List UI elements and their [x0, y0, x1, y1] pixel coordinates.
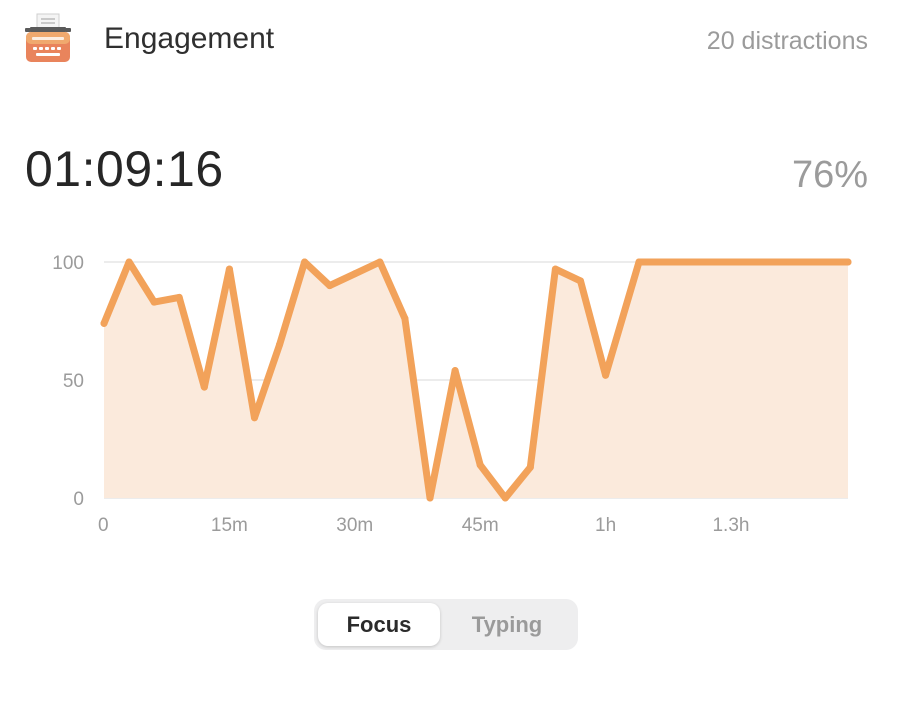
focus-tab[interactable]: Focus	[318, 603, 440, 646]
data-point	[501, 494, 509, 502]
data-point	[100, 319, 108, 327]
engagement-score: 76%	[791, 154, 868, 196]
data-point	[685, 258, 693, 266]
page-title: Engagement	[104, 22, 275, 55]
y-tick-label: 50	[63, 371, 84, 392]
data-point	[710, 258, 718, 266]
data-point	[301, 258, 309, 266]
x-tick-label: 0	[98, 515, 109, 536]
engagement-chart: 0 50 100 0 15m 30m 45m 1h 1.3h	[52, 253, 852, 536]
x-tick-label: 1h	[595, 515, 616, 536]
data-point	[376, 258, 384, 266]
data-point	[844, 258, 852, 266]
data-point	[526, 463, 534, 471]
data-point	[426, 494, 434, 502]
data-point	[451, 367, 459, 375]
data-point	[351, 270, 359, 278]
x-tick-label: 45m	[462, 515, 499, 536]
data-point	[735, 258, 743, 266]
distractions-count: 20 distractions	[706, 27, 868, 55]
mode-toggle: Focus Typing	[314, 599, 578, 650]
x-tick-label: 1.3h	[712, 515, 749, 536]
data-point	[150, 298, 158, 306]
data-point	[576, 277, 584, 285]
session-duration: 01:09:16	[25, 141, 224, 197]
data-point	[200, 383, 208, 391]
x-tick-label: 30m	[336, 515, 373, 536]
data-point	[635, 258, 643, 266]
data-point	[760, 258, 768, 266]
x-tick-label: 15m	[211, 515, 248, 536]
data-point	[326, 282, 334, 290]
data-point	[551, 265, 559, 273]
data-point	[785, 258, 793, 266]
data-point	[276, 341, 284, 349]
typewriter-icon	[22, 12, 74, 64]
data-point	[660, 258, 668, 266]
data-point	[250, 414, 258, 422]
data-point	[811, 258, 819, 266]
data-point	[401, 315, 409, 323]
data-point	[175, 293, 183, 301]
typing-tab[interactable]: Typing	[444, 603, 570, 646]
data-point	[225, 265, 233, 273]
data-point	[125, 258, 133, 266]
data-point	[602, 371, 610, 379]
y-tick-label: 100	[52, 253, 84, 274]
data-point	[476, 461, 484, 469]
y-tick-label: 0	[73, 489, 84, 510]
